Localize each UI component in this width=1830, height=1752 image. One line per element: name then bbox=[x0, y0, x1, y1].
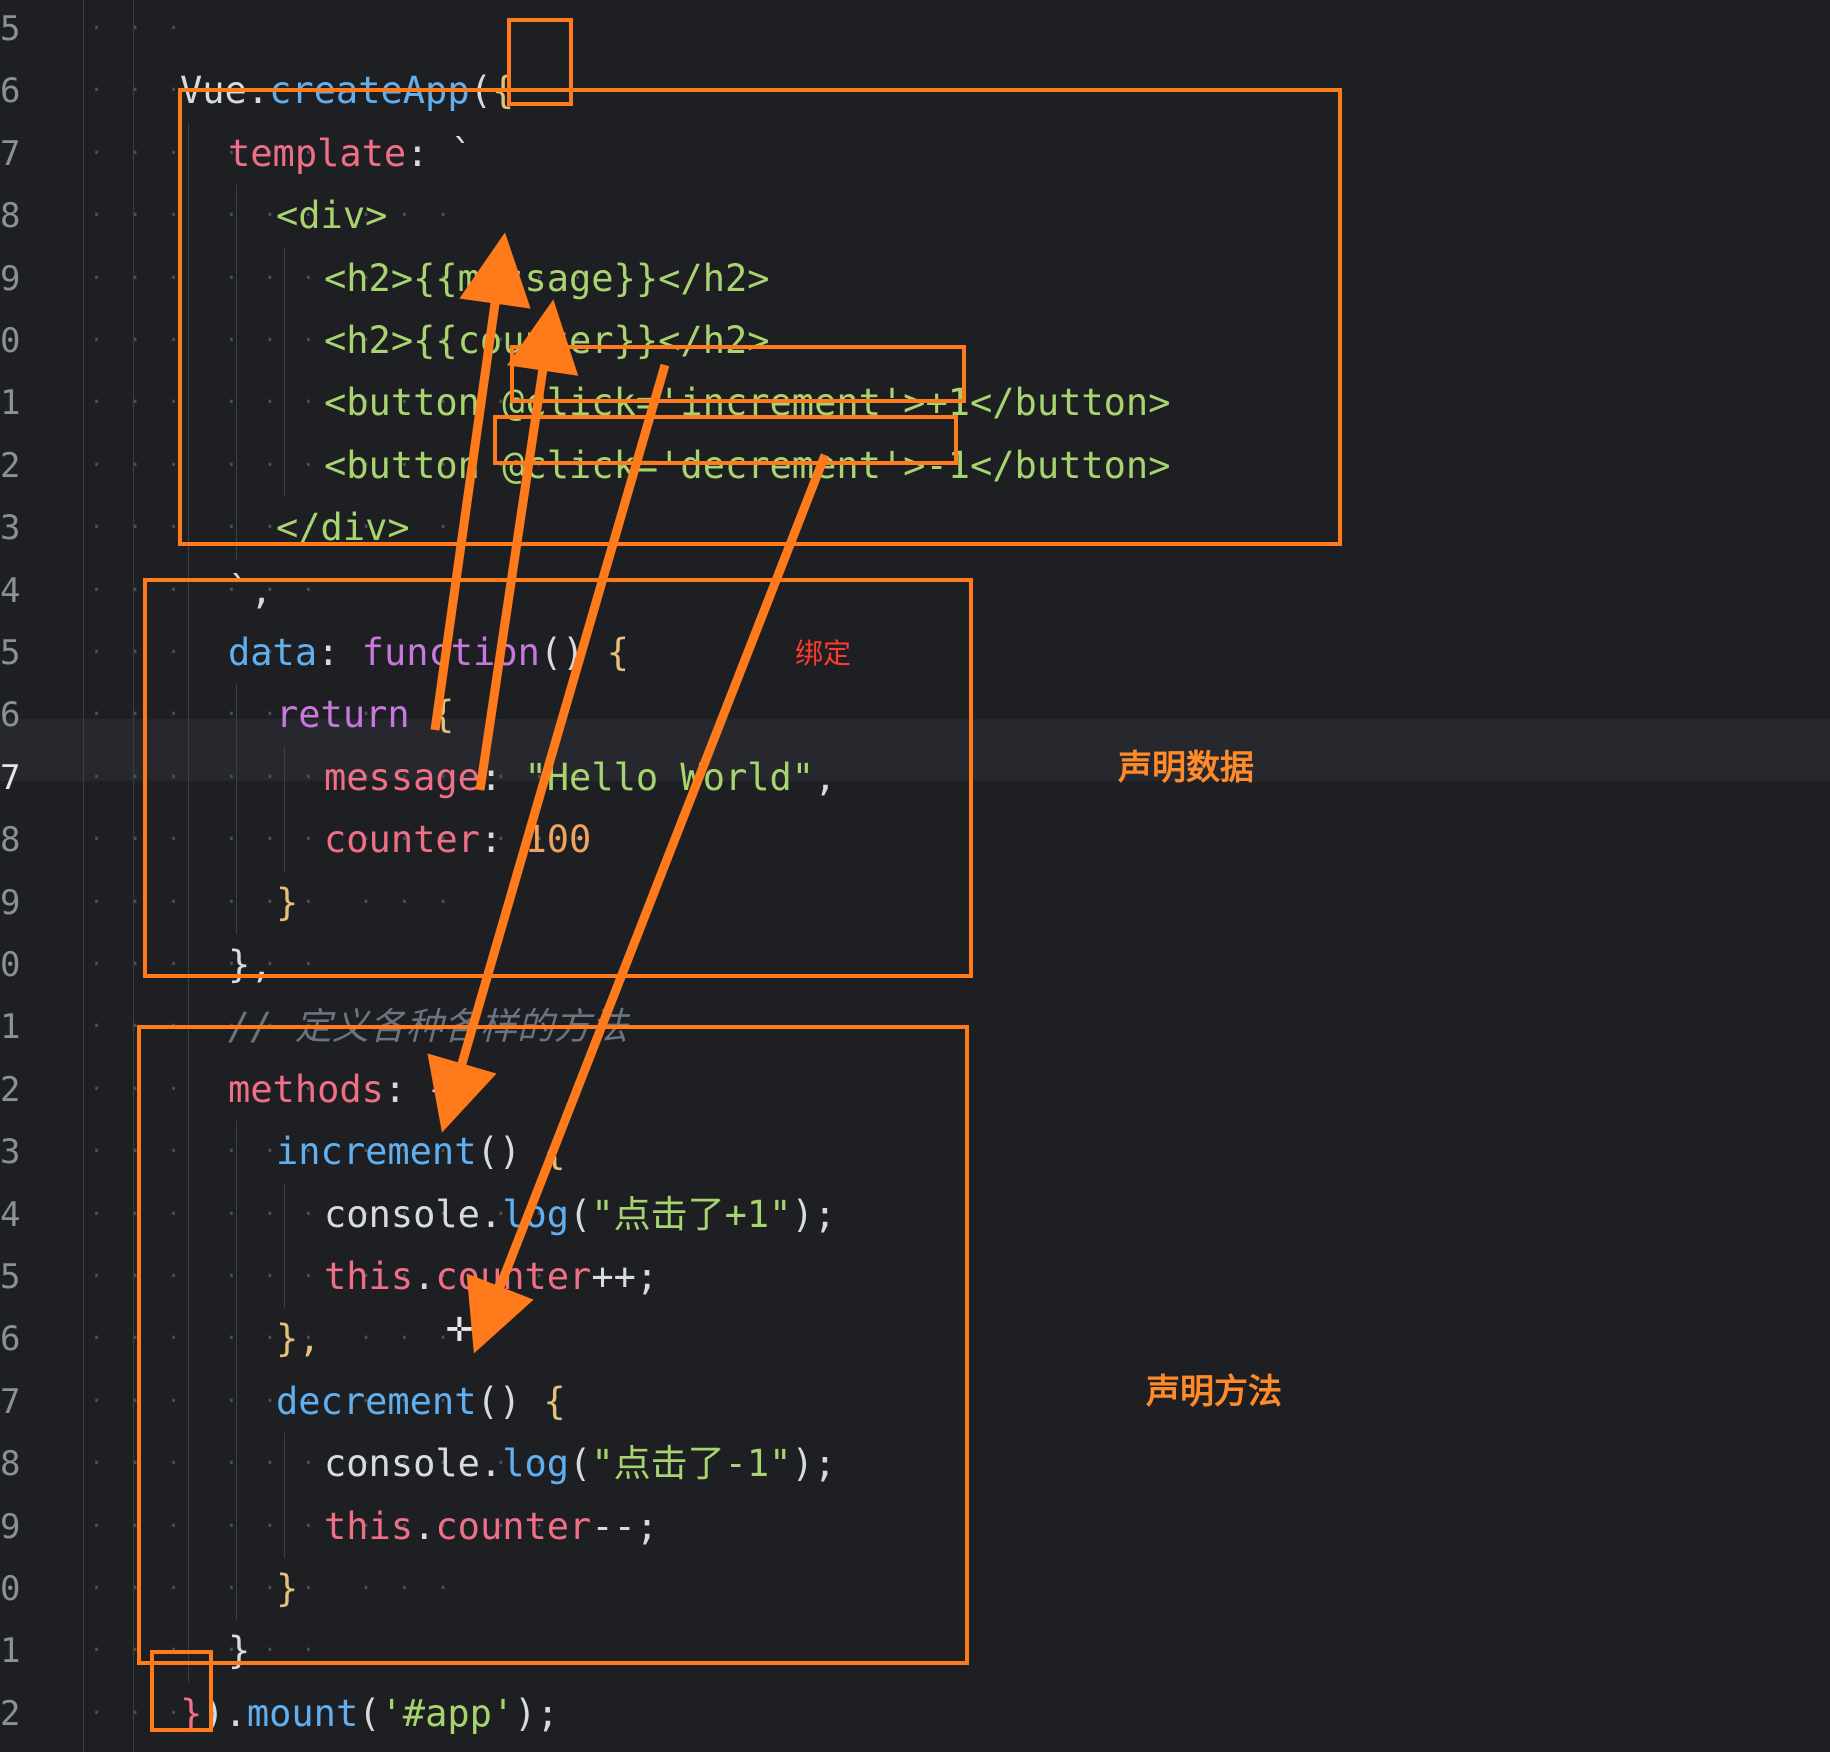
arrow-decrement bbox=[466, 453, 830, 1354]
declare-methods-caption: 声明方法 bbox=[1146, 1372, 1282, 1412]
declare-data-caption: 声明数据 bbox=[1118, 748, 1254, 788]
crosshair-cursor-icon: ✛ bbox=[446, 1301, 473, 1352]
binding-caption: 绑定 bbox=[795, 637, 852, 670]
code-editor[interactable]: 5678901234567890123456789012 · · · · · · V… bbox=[0, 0, 1830, 1752]
arrow-counter bbox=[475, 299, 579, 791]
arrow-increment bbox=[427, 363, 670, 1133]
arrow-message bbox=[430, 232, 531, 731]
binding-arrows bbox=[427, 232, 830, 1354]
